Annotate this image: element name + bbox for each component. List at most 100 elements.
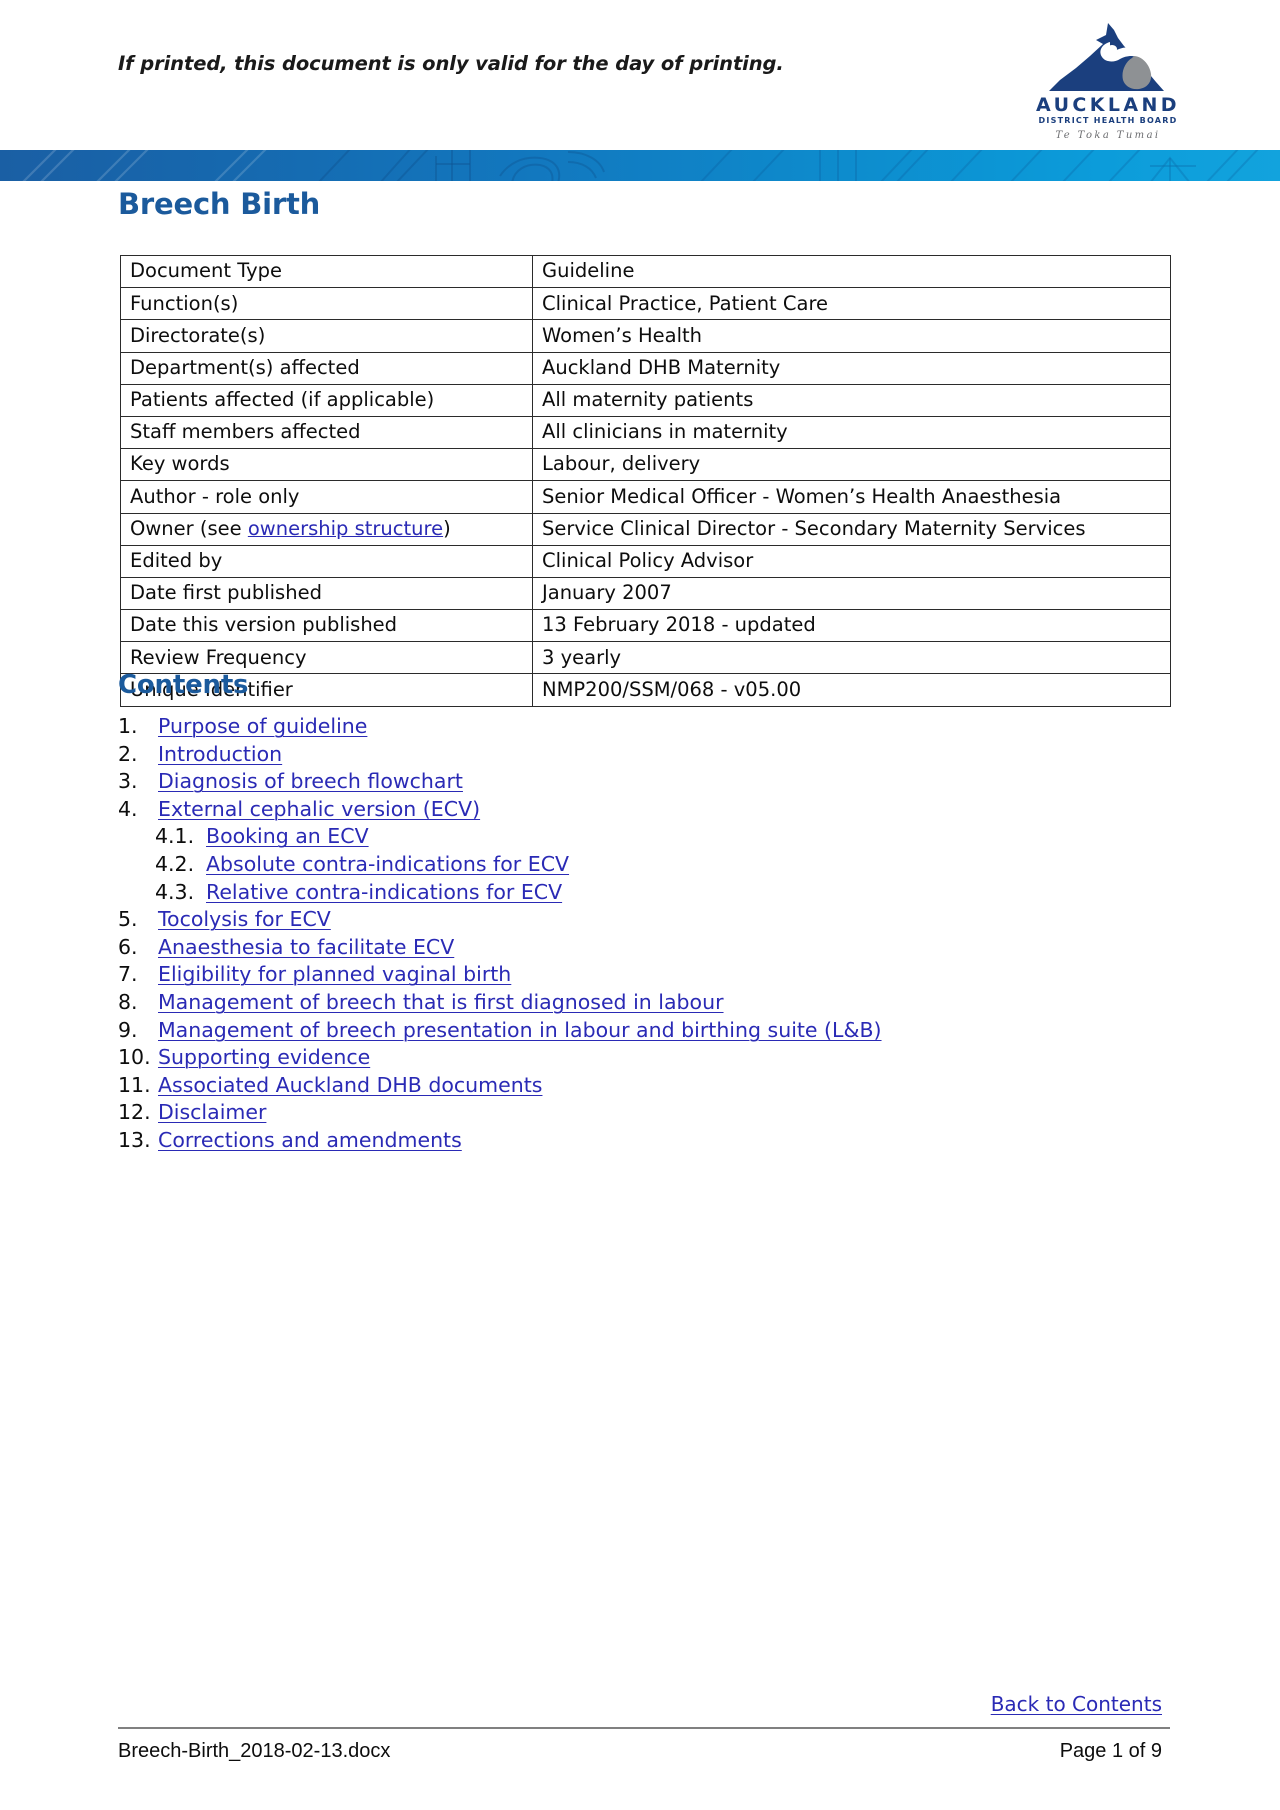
toc-item-number: 12. [118,1100,151,1125]
table-row: Department(s) affected Auckland DHB Mater… [120,351,1171,385]
back-to-contents-link[interactable]: Back to Contents [991,1694,1162,1714]
toc-item[interactable]: 12. Disclaimer [118,1102,266,1123]
footer-divider [118,1727,1170,1730]
metadata-key-cell: Staff members affected [120,415,533,450]
metadata-key-cell: Function(s) [120,287,533,321]
metadata-value-cell: NMP200/SSM/068 - v05.00 [532,673,1171,707]
metadata-key-cell: Patients affected (if applicable) [120,383,533,417]
document-page: If printed, this document is only valid … [0,0,1280,1810]
toc-item-number: 4. [118,796,138,821]
toc-item[interactable]: 13. Corrections and amendments [118,1130,462,1151]
toc-item[interactable]: 2. Introduction [118,744,282,765]
toc-item-link[interactable]: Introduction [158,744,282,765]
toc-item-number: 2. [118,741,138,766]
metadata-key-cell: Edited by [120,544,533,578]
band-koru-pattern [22,150,1259,181]
toc-item-number: 7. [118,962,138,987]
toc-item-number: 11. [118,1072,151,1097]
toc-item[interactable]: 4.2. Absolute contra-indications for ECV [155,854,569,875]
metadata-key-cell: Department(s) affected [120,351,533,385]
toc-item[interactable]: 11. Associated Auckland DHB documents [118,1075,542,1096]
toc-item-link[interactable]: Supporting evidence [158,1047,370,1068]
document-metadata-table: Document Type Guideline Function(s) Clinica… [120,254,1171,707]
table-row: Key words Labour, delivery [120,448,1171,482]
page-header: If printed, this document is only valid … [0,0,1280,146]
toc-item-link[interactable]: Tocolysis for ECV [158,909,331,930]
metadata-key-cell: Owner (see ownership structure) [120,512,533,546]
metadata-key-cell: Date first published [120,576,533,611]
toc-item-link[interactable]: Booking an ECV [206,826,369,847]
toc-item[interactable]: 6. Anaesthesia to facilitate ECV [118,937,454,958]
toc-item-link[interactable]: Corrections and amendments [158,1130,462,1151]
metadata-value-cell: 3 yearly [532,641,1171,675]
toc-item[interactable]: 3. Diagnosis of breech flowchart [118,771,463,792]
toc-item-link[interactable]: Management of breech presentation in lab… [158,1020,882,1041]
footer-page-number: Page 1 of 9 [1059,1740,1162,1762]
toc-item[interactable]: 4.1. Booking an ECV [155,826,369,847]
auckland-dhb-logo: AUCKLAND DISTRICT HEALTH BOARD Te Toka T… [1032,22,1184,141]
table-row: Date first published January 2007 [120,576,1171,611]
table-row: Directorate(s) Women’s Health [120,319,1171,353]
table-row: Author - role only Senior Medical Officer… [120,480,1171,514]
page-title: Breech Birth [118,187,321,221]
table-row: Function(s) Clinical Practice, Patient Ca… [120,287,1171,321]
toc-item-number: 6. [118,934,138,959]
table-row: Review Frequency 3 yearly [120,641,1171,675]
page-footer: Back to Contents Breech-Birth_2018-02-13… [0,1670,1280,1810]
toc-item-number: 10. [118,1045,151,1070]
toc-item-link[interactable]: Anaesthesia to facilitate ECV [158,937,454,958]
toc-item-link[interactable]: Relative contra-indications for ECV [206,882,562,903]
toc-item-link[interactable]: Disclaimer [158,1102,266,1123]
toc-item[interactable]: 1. Purpose of guideline [118,716,367,737]
toc-item-link[interactable]: Eligibility for planned vaginal birth [158,964,511,985]
metadata-table-body: Document Type Guideline Function(s) Clinica… [120,254,1171,707]
toc-item[interactable]: 4. External cephalic version (ECV) [118,799,480,820]
metadata-key-cell: Date this version published [120,609,533,643]
ownership-structure-link[interactable]: ownership structure [248,517,443,540]
metadata-key-cell: Document Type [120,254,533,289]
metadata-value-cell: Guideline [532,254,1171,289]
table-row: Edited by Clinical Policy Advisor [120,544,1171,578]
toc-item[interactable]: 4.3. Relative contra-indications for ECV [155,882,562,903]
metadata-value-cell: Clinical Practice, Patient Care [532,287,1171,321]
table-row: Patients affected (if applicable) All mat… [120,383,1171,417]
metadata-value-cell: All clinicians in maternity [532,415,1171,450]
logo-wordmark: AUCKLAND [1036,94,1180,116]
toc-item[interactable]: 8. Management of breech that is first dia… [118,992,724,1013]
toc-item[interactable]: 7. Eligibility for planned vaginal birth [118,964,511,985]
metadata-value-cell: All maternity patients [532,383,1171,417]
metadata-value-cell: Labour, delivery [532,448,1171,482]
metadata-value-cell: January 2007 [532,576,1171,611]
toc-item-link[interactable]: Associated Auckland DHB documents [158,1075,542,1096]
contents-heading: Contents [118,670,249,700]
table-row: Staff members affected All clinicians in … [120,415,1171,450]
toc-item-number: 4.2. [155,852,195,876]
table-row: Date this version published 13 February 2… [120,609,1171,643]
toc-item-link[interactable]: Diagnosis of breech flowchart [158,771,463,792]
table-row: Owner (see ownership structure) Service C… [120,512,1171,546]
metadata-key-cell: Author - role only [120,480,533,514]
toc-item-number: 3. [118,769,138,794]
toc-item[interactable]: 10. Supporting evidence [118,1047,370,1068]
toc-item-link[interactable]: Management of breech that is first diagn… [158,992,724,1013]
toc-item-number: 4.1. [155,824,195,849]
toc-item-number: 1. [118,714,138,738]
toc-item-number: 13. [118,1128,151,1152]
toc-item[interactable]: 9. Management of breech presentation in l… [118,1020,882,1041]
toc-item-number: 8. [118,990,138,1014]
metadata-value-cell: Women’s Health [532,319,1171,353]
metadata-value-cell: Clinical Policy Advisor [532,544,1171,578]
toc-item-number: 4.3. [155,879,195,904]
print-validity-notice: If printed, this document is only valid … [118,52,784,75]
toc-item-number: 9. [118,1017,138,1042]
toc-item-link[interactable]: Absolute contra-indications for ECV [206,854,569,875]
metadata-value-cell: Senior Medical Officer - Women’s Health … [532,480,1171,514]
toc-item[interactable]: 5. Tocolysis for ECV [118,909,331,930]
logo-mountain-icon [1049,23,1164,91]
toc-item-link[interactable]: Purpose of guideline [158,716,367,737]
logo-tagline: Te Toka Tumai [1055,130,1161,141]
logo-subtitle: DISTRICT HEALTH BOARD [1038,116,1178,125]
toc-item-link[interactable]: External cephalic version (ECV) [158,799,480,820]
table-row: Unique Identifier NMP200/SSM/068 - v05.00 [120,673,1171,707]
metadata-key-cell: Key words [120,448,533,482]
